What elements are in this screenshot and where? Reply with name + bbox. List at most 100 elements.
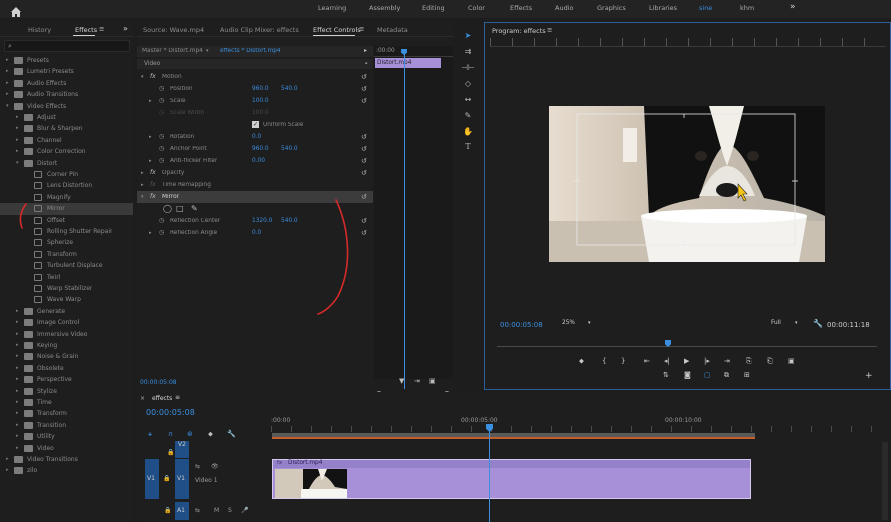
step-forward-icon[interactable]: |▸ — [704, 357, 710, 365]
effect-item[interactable]: Wave Warp — [0, 294, 133, 306]
effect-property[interactable]: ▸ ◷ Rotation 0.0 ↺ — [137, 131, 373, 143]
stopwatch-icon[interactable]: ◷ — [159, 85, 164, 92]
property-value[interactable]: 960.0 — [252, 146, 269, 152]
chevron-right-icon[interactable]: ▸ — [16, 388, 19, 394]
property-value[interactable]: 960.0 — [252, 86, 269, 92]
effect-property[interactable]: ▸ ◷ Anti-flicker Filter 0.00 ↺ — [137, 155, 373, 167]
folder-item[interactable]: ▾ Distort — [0, 158, 133, 170]
fx-toggle-icon[interactable]: fx — [150, 193, 156, 200]
effects-search-field[interactable]: ⌕ — [4, 40, 130, 52]
add-marker-icon[interactable]: ⬥ — [208, 430, 213, 439]
chevron-right-icon[interactable]: ▸ — [16, 308, 19, 314]
folder-item[interactable]: ▸ Image Control — [0, 317, 133, 329]
play-icon[interactable]: ▶ — [684, 357, 689, 365]
stopwatch-icon[interactable]: ◷ — [159, 109, 164, 116]
reset-icon[interactable]: ↺ — [361, 169, 367, 177]
chevron-right-icon[interactable]: ▸ — [16, 353, 19, 359]
dropdown-icon[interactable]: ▾ — [206, 48, 209, 54]
uniform-scale-checkbox[interactable]: ✓ — [252, 121, 259, 128]
play-only-icon[interactable]: ▸ — [364, 47, 367, 54]
effect-property[interactable]: ▸ ◷ Scale 100.0 ↺ — [137, 95, 373, 107]
folder-item[interactable]: ▸ Transition — [0, 420, 133, 432]
folder-item[interactable]: ▸ Color Correction — [0, 146, 133, 158]
export-frame-icon[interactable]: ▣ — [788, 357, 795, 365]
panel-menu-icon[interactable]: ≡ — [99, 25, 104, 33]
folder-item[interactable]: ▸ Blur & Sharpen — [0, 123, 133, 135]
export-icon[interactable]: ⇥ — [414, 377, 420, 385]
chevron-right-icon[interactable]: ▸ — [149, 158, 152, 164]
pen-mask-icon[interactable]: ✎ — [191, 204, 198, 213]
chevron-right-icon[interactable]: ▸ — [6, 68, 9, 74]
track-v2-lock-icon[interactable]: 🔒 — [167, 449, 174, 456]
chevron-right-icon[interactable]: ▸ — [141, 182, 144, 188]
property-value-y[interactable]: 540.0 — [281, 218, 298, 224]
panel-more-button[interactable]: » — [123, 24, 128, 33]
reset-icon[interactable]: ↺ — [361, 193, 367, 201]
program-scrubber[interactable] — [497, 340, 877, 349]
property-value[interactable]: 0.00 — [252, 158, 265, 164]
property-value[interactable]: 0.0 — [252, 230, 261, 236]
workspace-libraries[interactable]: Libraries — [649, 4, 677, 12]
chevron-right-icon[interactable]: ▸ — [16, 376, 19, 382]
tab-effect-controls[interactable]: Effect Controls — [313, 26, 361, 34]
track-v1-source[interactable]: V1 — [145, 459, 159, 499]
chevron-right-icon[interactable]: ▸ — [16, 342, 19, 348]
tab-metadata[interactable]: Metadata — [377, 26, 408, 34]
work-area-bar[interactable] — [272, 433, 755, 439]
chevron-down-icon[interactable]: ▾ — [6, 103, 9, 109]
folder-item[interactable]: ▸ Keying — [0, 340, 133, 352]
overwrite-icon[interactable]: ⎗ — [767, 357, 773, 366]
effect-item[interactable]: Mirror — [0, 203, 133, 215]
ec-panel-menu-icon[interactable]: ≡ — [359, 25, 364, 33]
workspace-effects[interactable]: Effects — [510, 4, 532, 12]
chevron-right-icon[interactable]: ▸ — [16, 137, 19, 143]
chevron-right-icon[interactable]: ▸ — [149, 134, 152, 140]
chevron-right-icon[interactable]: ▸ — [16, 114, 19, 120]
lift-icon[interactable]: ⇅ — [663, 371, 669, 379]
slip-tool-icon[interactable]: ↔ — [456, 95, 480, 109]
sequence-tab[interactable]: effects — [152, 395, 172, 402]
chevron-right-icon[interactable]: ▸ — [6, 467, 9, 473]
filter-icon[interactable]: ▼ — [399, 377, 404, 385]
track-a1-lock-icon[interactable]: 🔒 — [164, 507, 171, 514]
folder-item[interactable]: ▸ Video Transitions — [0, 454, 133, 466]
folder-item[interactable]: ▸ Channel — [0, 135, 133, 147]
program-viewer[interactable] — [549, 106, 825, 262]
tab-history[interactable]: History — [28, 26, 51, 34]
ec-timecode[interactable]: 00:00:05:08 — [140, 379, 177, 386]
effect-item[interactable]: Warp Stabilizer — [0, 283, 133, 295]
property-value[interactable]: 100.0 — [252, 98, 269, 104]
folder-item[interactable]: ▸ Time — [0, 397, 133, 409]
workspace-color[interactable]: Color — [468, 4, 485, 12]
go-to-in-icon[interactable]: ⇤ — [644, 357, 650, 365]
home-icon[interactable] — [10, 3, 22, 17]
solo-button[interactable]: S — [228, 507, 232, 514]
chevron-right-icon[interactable]: ▸ — [149, 98, 152, 104]
ellipse-mask-icon[interactable]: ◯ — [163, 204, 172, 213]
fx-toggle-icon[interactable]: fx — [150, 181, 156, 188]
mark-in-icon[interactable]: { — [602, 357, 606, 365]
folder-item[interactable]: ▸ Lumetri Presets — [0, 66, 133, 78]
compare-view-icon[interactable]: ⧉ — [724, 371, 729, 380]
reset-icon[interactable]: ↺ — [361, 85, 367, 93]
program-title[interactable]: Program: effects — [492, 27, 546, 35]
folder-item[interactable]: ▸ Obsolete — [0, 363, 133, 375]
add-marker-icon[interactable]: ⬥ — [579, 357, 584, 366]
effect-item[interactable]: Spherize — [0, 237, 133, 249]
effect-property[interactable]: ▸ ◷ Reflection Angle 0.0 ↺ — [137, 227, 373, 239]
effect-header[interactable]: ▾ fx Motion ↺ — [137, 71, 373, 83]
quality-select[interactable]: Full ▾ — [771, 320, 806, 329]
folder-item[interactable]: ▸ Stylize — [0, 386, 133, 398]
effect-item[interactable]: Lens Distortion — [0, 180, 133, 192]
timeline-timecode[interactable]: 00:00:05:08 — [146, 408, 195, 417]
workspace-audio[interactable]: Audio — [555, 4, 573, 12]
chevron-right-icon[interactable]: ▸ — [6, 80, 9, 86]
fx-toggle-icon[interactable]: fx — [150, 73, 156, 80]
chevron-right-icon[interactable]: ▸ — [16, 148, 19, 154]
program-timecode[interactable]: 00:00:05:08 — [500, 321, 543, 329]
sync-lock-icon[interactable]: ⇆ — [195, 463, 200, 470]
chevron-down-icon[interactable]: ▾ — [16, 160, 19, 166]
chevron-right-icon[interactable]: ▸ — [16, 331, 19, 337]
step-back-icon[interactable]: ◂| — [664, 357, 670, 365]
property-value[interactable]: 0.0 — [252, 134, 261, 140]
